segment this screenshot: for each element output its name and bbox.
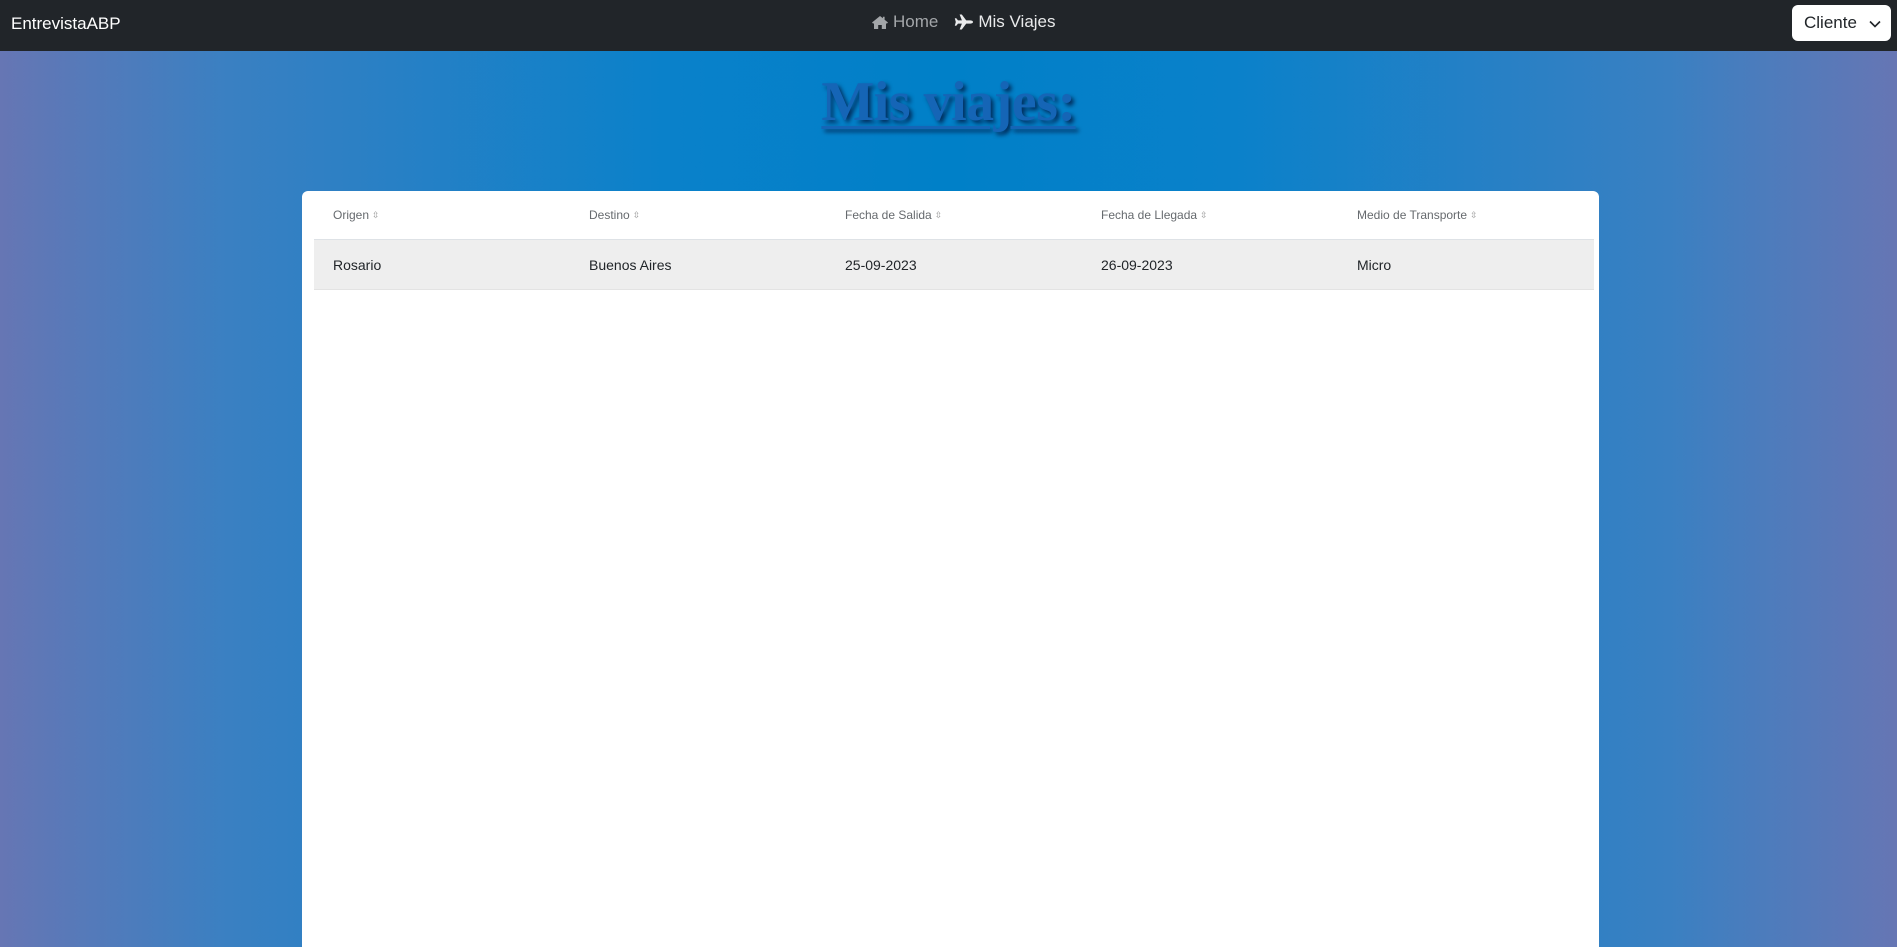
top-navbar: EntrevistaABP Home Mis Viajes Cliente xyxy=(0,0,1897,51)
user-menu-label: Cliente xyxy=(1804,13,1857,32)
main-nav: Home Mis Viajes xyxy=(871,12,1056,32)
cell-origen: Rosario xyxy=(333,256,382,273)
cell-fecha-salida: 25-09-2023 xyxy=(845,256,917,273)
column-header-label: Fecha de Salida xyxy=(845,208,932,222)
trips-card: Origen ⇳ Destino ⇳ Fecha de Salida ⇳ Fec… xyxy=(302,191,1599,947)
sort-icon: ⇳ xyxy=(1200,209,1208,220)
column-header-label: Fecha de Llegada xyxy=(1101,208,1198,222)
user-menu-dropdown[interactable]: Cliente xyxy=(1792,5,1891,41)
cell-fecha-llegada: 26-09-2023 xyxy=(1101,256,1173,273)
plane-icon xyxy=(954,14,974,30)
sort-icon: ⇳ xyxy=(1470,209,1478,220)
nav-link-mis-viajes[interactable]: Mis Viajes xyxy=(954,12,1056,32)
column-header-medio-transporte[interactable]: Medio de Transporte ⇳ xyxy=(1338,208,1594,222)
column-header-fecha-llegada[interactable]: Fecha de Llegada ⇳ xyxy=(1082,208,1338,222)
table-header: Origen ⇳ Destino ⇳ Fecha de Salida ⇳ Fec… xyxy=(314,191,1594,240)
table-row[interactable]: Rosario Buenos Aires 25-09-2023 26-09-20… xyxy=(314,240,1594,290)
nav-link-mis-viajes-label: Mis Viajes xyxy=(978,12,1056,31)
brand-logo[interactable]: EntrevistaABP xyxy=(11,14,121,34)
sort-icon: ⇳ xyxy=(632,209,641,220)
column-header-label: Medio de Transporte xyxy=(1357,208,1468,222)
home-icon xyxy=(871,15,889,30)
page-title: Mis viajes: xyxy=(821,71,1076,133)
column-header-label: Origen xyxy=(333,208,370,222)
nav-link-home[interactable]: Home xyxy=(871,12,938,32)
column-header-destino[interactable]: Destino ⇳ xyxy=(570,208,826,222)
sort-icon: ⇳ xyxy=(372,209,380,220)
column-header-origen[interactable]: Origen ⇳ xyxy=(314,208,570,222)
cell-medio-transporte: Micro xyxy=(1357,256,1392,273)
chevron-down-icon xyxy=(1869,13,1881,33)
nav-link-home-label: Home xyxy=(893,12,939,31)
cell-destino: Buenos Aires xyxy=(589,256,672,273)
sort-icon: ⇳ xyxy=(934,209,943,220)
column-header-label: Destino xyxy=(589,208,630,222)
trips-table: Origen ⇳ Destino ⇳ Fecha de Salida ⇳ Fec… xyxy=(314,191,1594,290)
column-header-fecha-salida[interactable]: Fecha de Salida ⇳ xyxy=(826,208,1082,222)
